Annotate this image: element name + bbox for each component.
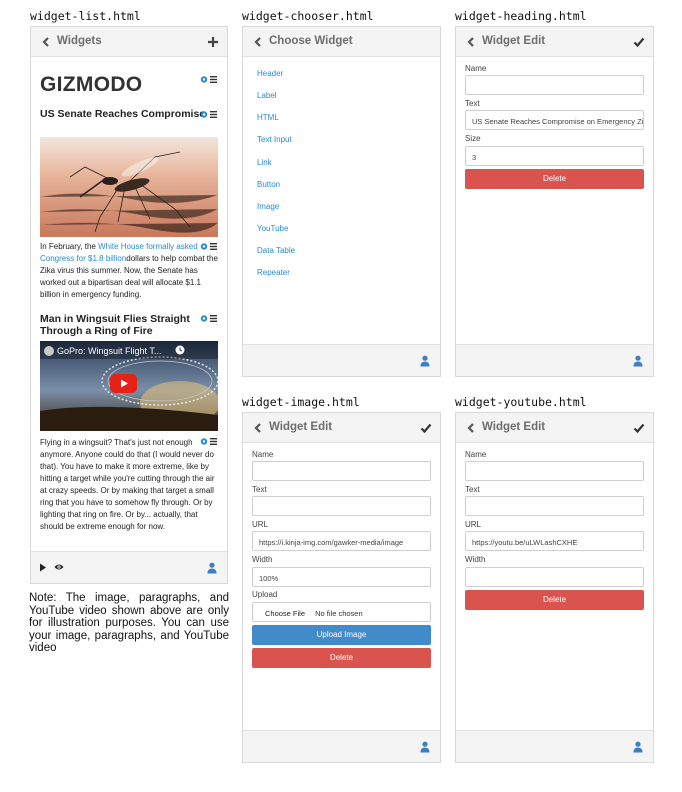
check-icon[interactable] [633, 421, 645, 435]
chooser-item-html[interactable]: HTML [257, 113, 279, 122]
youtube-play-icon[interactable] [110, 374, 137, 393]
no-file-label: No file chosen [315, 609, 363, 618]
chooser-item-link[interactable]: Link [257, 158, 272, 167]
back-icon[interactable] [465, 421, 477, 435]
text-label: Text [465, 485, 480, 494]
widget-image-footer [243, 730, 440, 762]
check-icon[interactable] [420, 421, 432, 435]
chooser-item-repeater[interactable]: Repeater [257, 268, 290, 277]
text-label: Text [465, 99, 480, 108]
back-icon[interactable] [252, 421, 264, 435]
widget-image-header: Widget Edit [243, 413, 440, 443]
page-title: Widget Edit [482, 35, 546, 47]
name-label: Name [465, 450, 487, 459]
youtube-video[interactable]: GoPro: Wingsuit Flight T... [40, 341, 218, 431]
back-icon[interactable] [465, 35, 477, 49]
choose-file-button[interactable]: Choose File [265, 609, 305, 618]
widget-chooser-header: Choose Widget [243, 27, 440, 57]
widget-chooser-panel: Choose Widget Header Label HTML Text Inp… [242, 26, 441, 377]
article-heading-2: Man in Wingsuit Flies Straight Through a… [40, 313, 190, 337]
add-icon[interactable] [207, 35, 219, 49]
widget-heading-footer [456, 344, 653, 376]
size-field[interactable]: 3 [465, 146, 644, 166]
article-paragraph-1: In February, the White House formally as… [40, 242, 218, 299]
url-field[interactable]: https://youtu.be/uLWLashCXHE [465, 531, 644, 551]
user-icon[interactable] [420, 355, 430, 367]
upload-label: Upload [252, 590, 278, 599]
widget-youtube-footer [456, 730, 653, 762]
chooser-item-button[interactable]: Button [257, 180, 280, 189]
text-field[interactable] [252, 496, 431, 516]
delete-button[interactable]: Delete [465, 590, 644, 610]
user-icon[interactable] [633, 355, 643, 367]
chooser-item-youtube[interactable]: YouTube [257, 224, 288, 233]
page-title: Choose Widget [269, 35, 353, 47]
widget-controls[interactable] [200, 110, 218, 119]
widget-controls[interactable] [200, 437, 218, 446]
url-label: URL [465, 520, 482, 529]
caption-widget-chooser: widget-chooser.html [242, 9, 374, 23]
article-heading-1: US Senate Reaches Compromise on Emergenc… [40, 109, 208, 120]
file-input[interactable]: Choose File No file chosen [252, 602, 431, 622]
size-label: Size [465, 134, 481, 143]
caption-widget-image: widget-image.html [242, 395, 360, 409]
widget-image-panel: Widget Edit Name Text URL https://i.kinj… [242, 412, 441, 763]
widget-controls[interactable] [200, 242, 218, 251]
user-icon[interactable] [207, 562, 217, 574]
width-field[interactable] [465, 567, 644, 587]
page-title: Widget Edit [269, 421, 333, 433]
chooser-item-data-table[interactable]: Data Table [257, 246, 295, 255]
mosquito-image [40, 137, 218, 237]
user-icon[interactable] [633, 741, 643, 753]
url-field[interactable]: https://i.kinja-img.com/gawker-media/ima… [252, 531, 431, 551]
eye-icon[interactable] [54, 563, 64, 571]
text-field[interactable] [465, 496, 644, 516]
chooser-item-text-input[interactable]: Text Input [257, 135, 292, 144]
width-label: Width [465, 555, 486, 564]
caption-widget-list: widget-list.html [30, 9, 141, 23]
user-icon[interactable] [420, 741, 430, 753]
text-label: Text [252, 485, 267, 494]
chooser-item-image[interactable]: Image [257, 202, 279, 211]
article-paragraph-2: Flying in a wingsuit? That's just not en… [40, 438, 215, 531]
delete-button[interactable]: Delete [252, 648, 431, 668]
back-icon[interactable] [252, 35, 264, 49]
page-title: Widget Edit [482, 421, 546, 433]
name-field[interactable] [465, 461, 644, 481]
name-field[interactable] [252, 461, 431, 481]
widget-chooser-footer [243, 344, 440, 376]
page-title: Widgets [57, 35, 102, 47]
play-icon[interactable] [39, 563, 47, 572]
widget-controls[interactable] [200, 314, 218, 323]
caption-widget-youtube: widget-youtube.html [455, 395, 587, 409]
url-label: URL [252, 520, 269, 529]
upload-image-button[interactable]: Upload Image [252, 625, 431, 645]
chooser-item-label[interactable]: Label [257, 91, 277, 100]
illustration-note: Note: The image, paragraphs, and YouTube… [29, 592, 229, 654]
widget-list-panel: Widgets GIZMODO US Senate Reaches Compro… [30, 26, 228, 584]
check-icon[interactable] [633, 35, 645, 49]
widget-youtube-panel: Widget Edit Name Text URL https://youtu.… [455, 412, 654, 763]
widget-controls[interactable] [200, 75, 218, 84]
text-field[interactable]: US Senate Reaches Compromise on Emergenc… [465, 110, 644, 130]
widget-list-header: Widgets [31, 27, 227, 57]
width-label: Width [252, 555, 273, 564]
back-icon[interactable] [40, 35, 52, 49]
brand-heading: GIZMODO [40, 73, 143, 96]
chooser-item-header[interactable]: Header [257, 69, 283, 78]
width-field[interactable]: 100% [252, 567, 431, 587]
widget-heading-header: Widget Edit [456, 27, 653, 57]
caption-widget-heading: widget-heading.html [455, 9, 587, 23]
channel-avatar [44, 346, 54, 356]
widget-heading-panel: Widget Edit Name Text US Senate Reaches … [455, 26, 654, 377]
video-title: GoPro: Wingsuit Flight T... [57, 346, 162, 356]
widget-youtube-header: Widget Edit [456, 413, 653, 443]
name-field[interactable] [465, 75, 644, 95]
clock-icon[interactable] [175, 345, 185, 355]
widget-list-footer [31, 551, 227, 583]
name-label: Name [465, 64, 487, 73]
name-label: Name [252, 450, 274, 459]
delete-button[interactable]: Delete [465, 169, 644, 189]
